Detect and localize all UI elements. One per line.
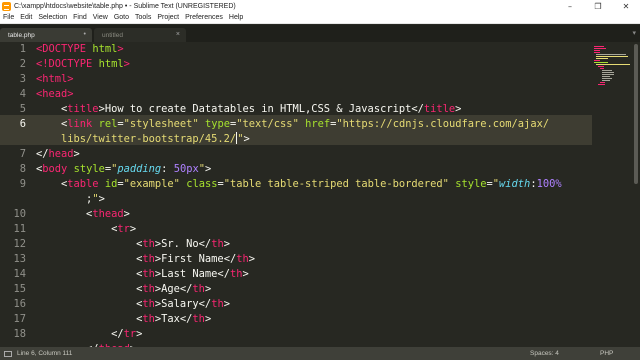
line-number: 12 [13, 238, 26, 250]
panel-toggle-icon[interactable] [4, 350, 12, 357]
menu-edit[interactable]: Edit [20, 14, 32, 21]
line-number: 14 [13, 268, 26, 280]
line-number: 8 [19, 163, 26, 175]
title-bar: C:\xampp\htdocs\website\table.php • - Su… [0, 0, 640, 12]
code-line: <th>Salary</th> [36, 298, 230, 310]
line-number: 4 [19, 88, 26, 100]
code-line: <html> [36, 73, 74, 85]
code-line: libs/twitter-bootstrap/45.2/"> [36, 132, 250, 145]
indentation-setting[interactable]: Spaces: 4 [530, 350, 600, 357]
tab-label: untitled [102, 31, 123, 39]
menu-file[interactable]: File [3, 14, 14, 21]
code-text[interactable]: <DOCTYPE html> <!DOCTYPE html> <html> <h… [36, 42, 592, 347]
line-number: 1 [19, 43, 26, 55]
line-number: 5 [19, 103, 26, 115]
window-title: C:\xampp\htdocs\website\table.php • - Su… [14, 2, 236, 10]
line-number: 10 [13, 208, 26, 220]
line-number: 9 [19, 178, 26, 190]
code-line: <thead> [36, 208, 130, 220]
minimize-button[interactable]: – [556, 0, 584, 12]
code-line: <title>How to create Datatables in HTML,… [36, 103, 462, 115]
code-line: <link rel="stylesheet" type="text/css" h… [36, 118, 550, 130]
code-editor[interactable]: 1 2 3 4 5 6 7 8 9 10 11 12 13 14 15 16 1… [0, 42, 640, 347]
menu-project[interactable]: Project [157, 14, 179, 21]
menu-goto[interactable]: Goto [114, 14, 129, 21]
line-number: 18 [13, 328, 26, 340]
line-gutter: 1 2 3 4 5 6 7 8 9 10 11 12 13 14 15 16 1… [0, 42, 34, 347]
code-line: <table id="example" class="table table-s… [36, 178, 562, 190]
code-line: <th>Sr. No</th> [36, 238, 230, 250]
line-number: 6 [19, 118, 26, 130]
line-number: 3 [19, 73, 26, 85]
close-button[interactable]: ✕ [612, 0, 640, 12]
syntax-mode[interactable]: PHP [600, 350, 640, 357]
menu-help[interactable]: Help [229, 14, 243, 21]
line-number: 16 [13, 298, 26, 310]
menu-selection[interactable]: Selection [38, 14, 67, 21]
cursor-position: Line 6, Column 111 [17, 350, 73, 357]
code-line: </head> [36, 148, 80, 160]
line-number: 2 [19, 58, 26, 70]
tab-table-php[interactable]: table.php • [0, 28, 92, 42]
line-number: 13 [13, 253, 26, 265]
maximize-button[interactable]: ❐ [584, 0, 612, 12]
code-line: </tr> [36, 328, 143, 340]
line-number: 15 [13, 283, 26, 295]
menu-tools[interactable]: Tools [135, 14, 151, 21]
code-line: <head> [36, 88, 74, 100]
code-line: <body style="padding: 50px"> [36, 163, 212, 175]
line-number: 17 [13, 313, 26, 325]
menu-bar: File Edit Selection Find View Goto Tools… [0, 12, 640, 24]
tab-dirty-indicator[interactable]: • [84, 31, 86, 38]
code-line: <!DOCTYPE html> [36, 58, 130, 70]
menu-find[interactable]: Find [73, 14, 87, 21]
line-number: 11 [13, 223, 26, 235]
minimap[interactable] [592, 42, 632, 347]
tab-label: table.php [8, 31, 35, 39]
code-line: <th>Tax</th> [36, 313, 212, 325]
code-line: ;"> [36, 193, 105, 205]
menu-view[interactable]: View [93, 14, 108, 21]
code-line: <th>Last Name</th> [36, 268, 249, 280]
tab-close-icon[interactable]: × [176, 31, 180, 38]
status-bar: Line 6, Column 111 Spaces: 4 PHP [0, 347, 640, 360]
code-line: <tr> [36, 223, 137, 235]
tab-bar: table.php • untitled × ▾ [0, 25, 640, 42]
menu-preferences[interactable]: Preferences [185, 14, 223, 21]
line-number: 7 [19, 148, 26, 160]
vertical-scrollbar[interactable] [634, 44, 638, 184]
sublime-app-icon [2, 1, 11, 11]
code-line: <th>Age</th> [36, 283, 212, 295]
tab-dropdown-icon[interactable]: ▾ [632, 29, 636, 37]
code-line: <DOCTYPE html> [36, 43, 124, 55]
tab-untitled[interactable]: untitled × [94, 28, 186, 42]
code-line: <th>First Name</th> [36, 253, 255, 265]
